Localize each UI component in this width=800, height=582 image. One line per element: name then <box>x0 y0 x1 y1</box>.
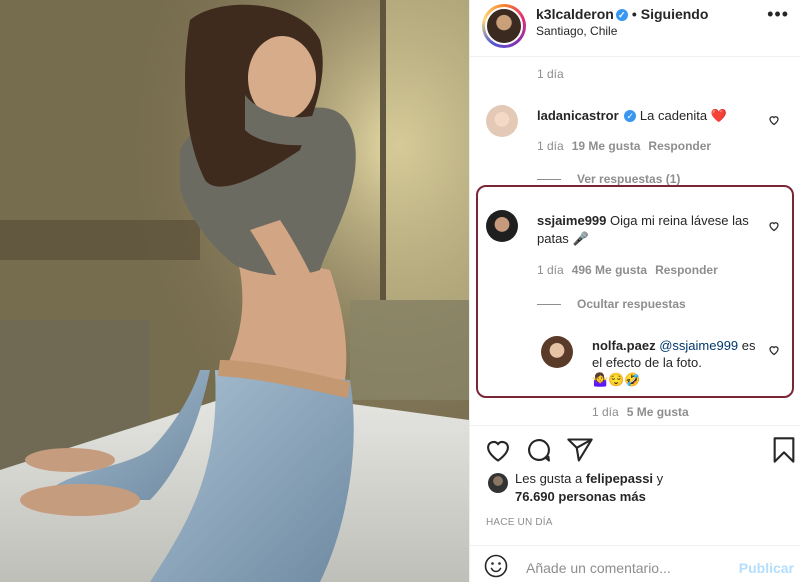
more-options-icon[interactable]: ••• <box>767 4 789 25</box>
reply-mention-link[interactable]: @ssjaime999 <box>659 338 738 353</box>
reply-username[interactable]: nolfa.paez <box>592 338 656 353</box>
commenter-avatar[interactable] <box>486 210 518 242</box>
like-reply-heart-icon[interactable] <box>768 344 780 356</box>
liker-username[interactable]: felipepassi <box>586 471 653 486</box>
reply-emojis: 🤷‍♀️😌🤣 <box>592 372 641 387</box>
post-photo-illustration <box>0 0 469 582</box>
author-line: k3lcalderon ✓ • Siguiendo <box>536 6 708 22</box>
comment-body: ssjaime999 Oiga mi reina lávese las pata… <box>537 212 757 248</box>
reply-meta: 1 día 5 Me gusta <box>592 405 697 419</box>
like-heart-icon[interactable] <box>484 436 512 464</box>
likes-line-1: Les gusta a felipepassi y <box>515 470 663 488</box>
view-replies-label: Ver respuestas (1) <box>577 172 681 186</box>
following-button[interactable]: Siguiendo <box>641 6 709 22</box>
replies-line <box>537 304 561 306</box>
emoji-icon[interactable] <box>484 554 508 578</box>
separator-dot: • <box>631 6 637 22</box>
reply-body: nolfa.paez @ssjaime999 es el efecto de l… <box>592 337 762 388</box>
comment-time: 1 día <box>537 263 564 277</box>
comment-input[interactable]: Añade un comentario... <box>526 560 671 576</box>
heart-emoji: ❤️ <box>710 108 727 123</box>
comment-username[interactable]: ladanicastror <box>537 108 619 123</box>
post-actions: Les gusta a felipepassi y 76.690 persona… <box>470 425 800 535</box>
comment-composer: Añade un comentario... Publicar <box>470 545 800 582</box>
replier-avatar[interactable] <box>541 336 573 368</box>
reply-time: 1 día <box>592 405 619 419</box>
comments-list: 1 día ladanicastror ✓ La cadenita ❤️ 1 d… <box>470 57 800 425</box>
comment-username[interactable]: ssjaime999 <box>537 213 606 228</box>
likes-suffix: y <box>656 471 664 486</box>
post-photo[interactable] <box>0 0 469 582</box>
verified-badge-icon: ✓ <box>615 9 628 21</box>
post-timestamp[interactable]: HACE UN DÍA <box>486 517 553 528</box>
verified-badge-icon: ✓ <box>624 110 637 122</box>
replies-line <box>537 179 561 181</box>
comment-likes[interactable]: 496 Me gusta <box>572 263 647 277</box>
comment-meta: 1 día 496 Me gusta Responder <box>537 263 726 277</box>
comment-likes[interactable]: 19 Me gusta <box>572 139 641 153</box>
like-comment-heart-icon[interactable] <box>768 220 780 232</box>
share-icon[interactable] <box>566 436 594 464</box>
author-avatar[interactable] <box>482 4 526 48</box>
view-replies-button[interactable]: Ver respuestas (1) <box>537 172 680 186</box>
comment-text: La cadenita <box>639 108 708 123</box>
reply-likes[interactable]: 5 Me gusta <box>627 405 689 419</box>
microphone-emoji: 🎤 <box>572 231 589 246</box>
post-header: k3lcalderon ✓ • Siguiendo Santiago, Chile •… <box>470 0 800 57</box>
commenter-avatar[interactable] <box>486 105 518 137</box>
save-bookmark-icon[interactable] <box>770 436 798 464</box>
author-username[interactable]: k3lcalderon <box>536 6 614 22</box>
comment-icon[interactable] <box>525 436 553 464</box>
comment-meta: 1 día 19 Me gusta Responder <box>537 139 719 153</box>
reply-button[interactable]: Responder <box>648 139 711 153</box>
liker-avatar[interactable] <box>488 473 508 493</box>
like-comment-heart-icon[interactable] <box>768 114 780 126</box>
post-location[interactable]: Santiago, Chile <box>536 24 617 38</box>
likes-count-button[interactable]: 76.690 personas más <box>515 488 646 506</box>
likes-prefix: Les gusta a <box>515 471 583 486</box>
hide-replies-label: Ocultar respuestas <box>577 297 686 311</box>
caption-time: 1 día <box>537 67 564 81</box>
hide-replies-button[interactable]: Ocultar respuestas <box>537 297 686 311</box>
comment-time: 1 día <box>537 139 564 153</box>
post-side-panel: k3lcalderon ✓ • Siguiendo Santiago, Chile •… <box>469 0 800 582</box>
comment-body: ladanicastror ✓ La cadenita ❤️ <box>537 108 727 124</box>
reply-button[interactable]: Responder <box>655 263 718 277</box>
publish-button[interactable]: Publicar <box>739 560 794 576</box>
